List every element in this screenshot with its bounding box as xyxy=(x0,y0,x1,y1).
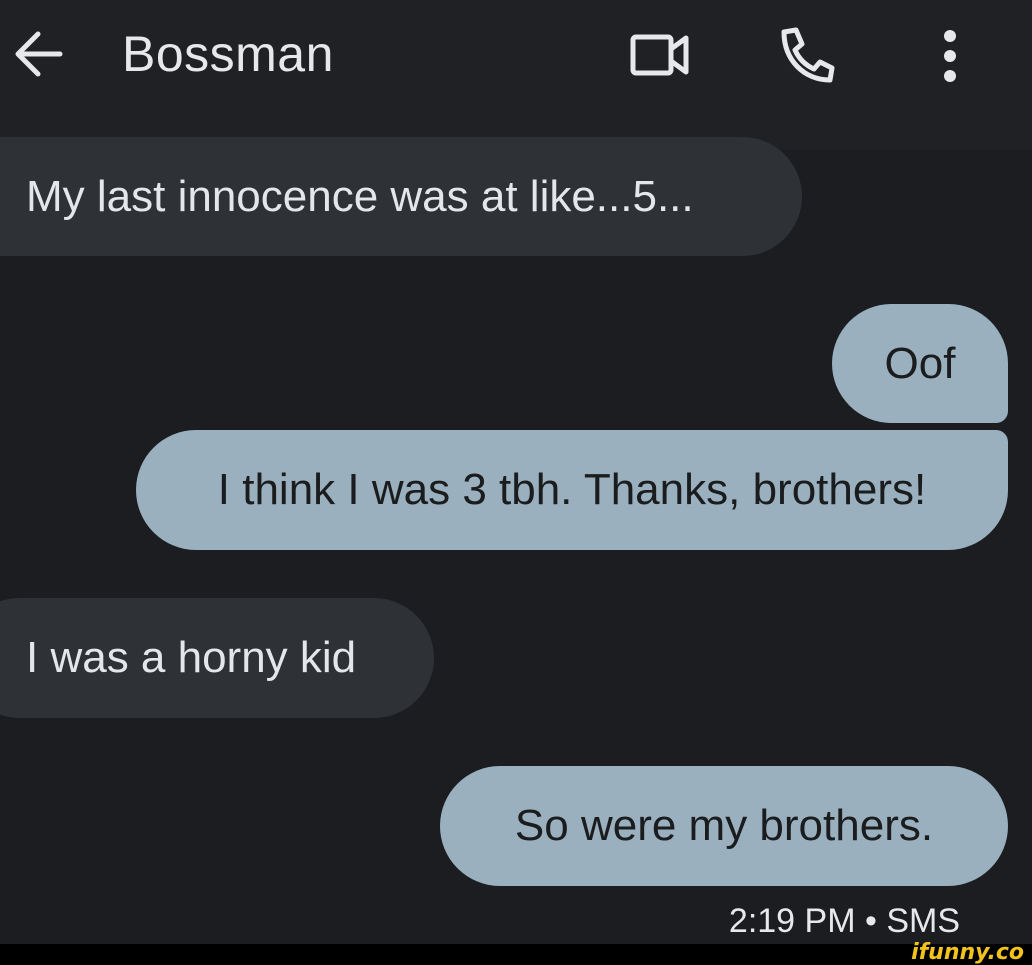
back-button[interactable] xyxy=(8,26,68,82)
message-text: Oof xyxy=(884,338,956,388)
more-options-button[interactable] xyxy=(928,24,972,88)
top-app-bar: Bossman xyxy=(0,0,1032,150)
message-bubble-incoming[interactable]: My last innocence was at like...5... xyxy=(0,137,802,256)
watermark-logo: ifunny.co xyxy=(911,940,1024,965)
message-timestamp: 2:19 PM • SMS xyxy=(728,902,960,940)
message-text: So were my brothers. xyxy=(514,801,934,850)
message-text: I think I was 3 tbh. Thanks, brothers! xyxy=(217,465,927,514)
voice-call-button[interactable] xyxy=(774,24,838,88)
conversation-screen: Bossman My last innocence was at like...… xyxy=(0,0,1032,965)
message-bubble-incoming[interactable]: I was a horny kid xyxy=(0,598,434,718)
arrow-back-icon xyxy=(15,31,63,77)
phone-icon xyxy=(781,27,835,83)
video-call-button[interactable] xyxy=(626,28,696,82)
watermark-bar xyxy=(0,944,1032,965)
video-call-icon xyxy=(630,34,689,76)
message-text: My last innocence was at like...5... xyxy=(26,171,694,221)
contact-name[interactable]: Bossman xyxy=(122,26,334,82)
more-vert-icon xyxy=(944,30,956,82)
message-bubble-outgoing[interactable]: So were my brothers. xyxy=(440,766,1008,886)
message-bubble-outgoing[interactable]: I think I was 3 tbh. Thanks, brothers! xyxy=(136,430,1008,550)
message-bubble-outgoing[interactable]: Oof xyxy=(832,304,1008,423)
message-text: I was a horny kid xyxy=(26,633,357,682)
